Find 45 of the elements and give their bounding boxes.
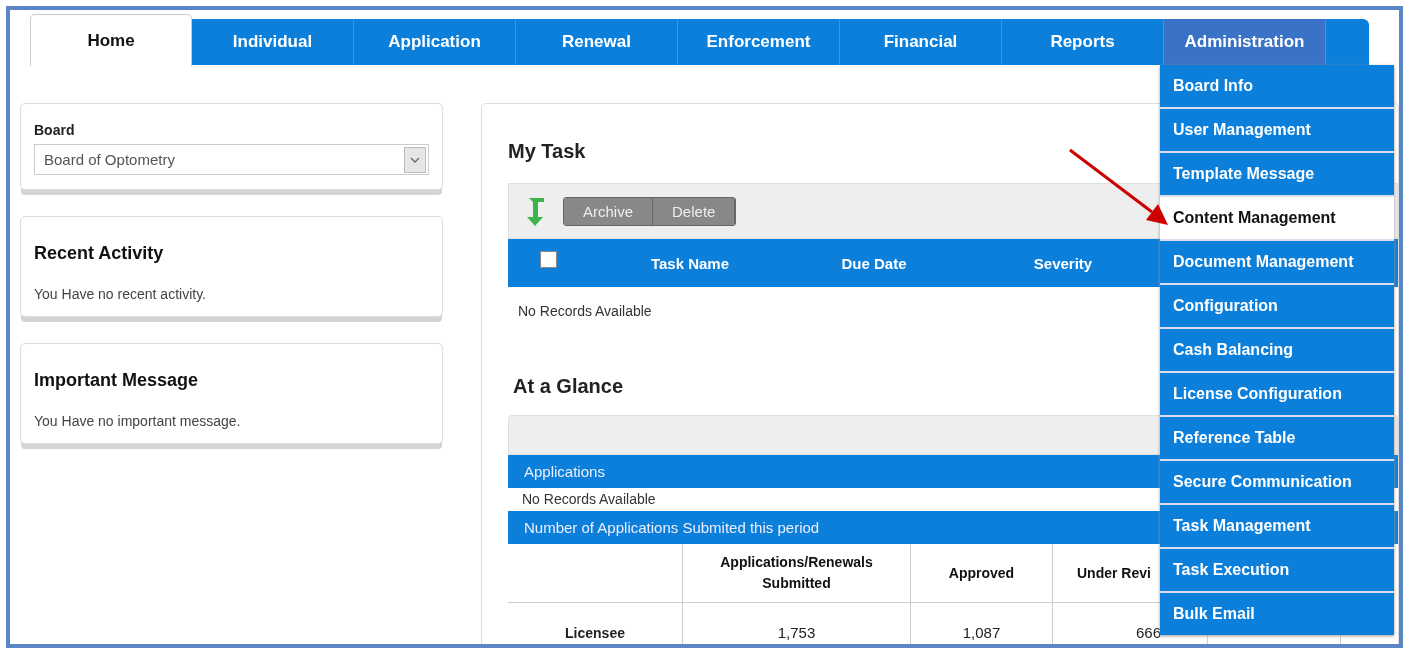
menu-item[interactable]: Task Management [1160,505,1394,547]
column-header: Severity [1032,254,1094,272]
toolbar-button[interactable]: Archive [564,197,654,225]
nav-tab[interactable]: Financial [840,19,1002,65]
menu-item[interactable]: Configuration [1160,285,1394,327]
menu-item[interactable]: Reference Table [1160,417,1394,459]
table-cell: Licensee [508,603,683,644]
column-header: Applications/Renewals Submitted [683,544,911,603]
nav-tab[interactable]: Individual [192,19,354,65]
menu-item[interactable]: Template Message [1160,153,1394,195]
dropdown-value: Board of Optometry [44,151,175,168]
chevron-down-icon [410,156,420,163]
menu-item[interactable]: Task Execution [1160,549,1394,591]
field-label: Board [34,122,76,138]
column-header: Due Date [840,254,908,272]
nav-tab[interactable]: Application [354,19,516,65]
down-arrow-icon[interactable] [525,195,547,227]
column-header: Task Name [649,254,731,272]
section-title: My Task [508,140,586,163]
menu-item[interactable]: Document Management [1160,241,1394,283]
card-text: You Have no recent activity. [34,286,207,302]
table-cell: 1,753 [683,603,911,644]
nav-tab[interactable]: Renewal [516,19,678,65]
card-title: Recent Activity [34,243,165,264]
empty-message: No Records Available [521,490,657,509]
select-all-checkbox[interactable] [540,250,557,268]
nav-tab[interactable]: Enforcement [678,19,840,65]
card-title: Important Message [34,370,200,391]
toolbar-button[interactable]: Delete [653,197,736,225]
menu-item[interactable]: Bulk Email [1160,593,1394,635]
empty-message: No Records Available [517,302,653,321]
card-text: You Have no important message. [34,413,242,429]
menu-item[interactable]: Content Management [1160,197,1394,239]
nav-tab[interactable]: Home [30,14,192,66]
menu-item[interactable]: Board Info [1160,65,1394,107]
dropdown-button[interactable] [404,146,426,173]
nav-tab[interactable]: Administration [1164,19,1326,65]
menu-item[interactable]: Cash Balancing [1160,329,1394,371]
menu-item[interactable]: User Management [1160,109,1394,151]
column-header: Approved [911,544,1053,603]
menu-item[interactable]: Secure Communication [1160,461,1394,503]
menu-item[interactable]: License Configuration [1160,373,1394,415]
table-cell: 1,087 [911,603,1053,644]
section-title: At a Glance [513,375,624,398]
board-dropdown[interactable]: Board of Optometry [34,144,429,175]
